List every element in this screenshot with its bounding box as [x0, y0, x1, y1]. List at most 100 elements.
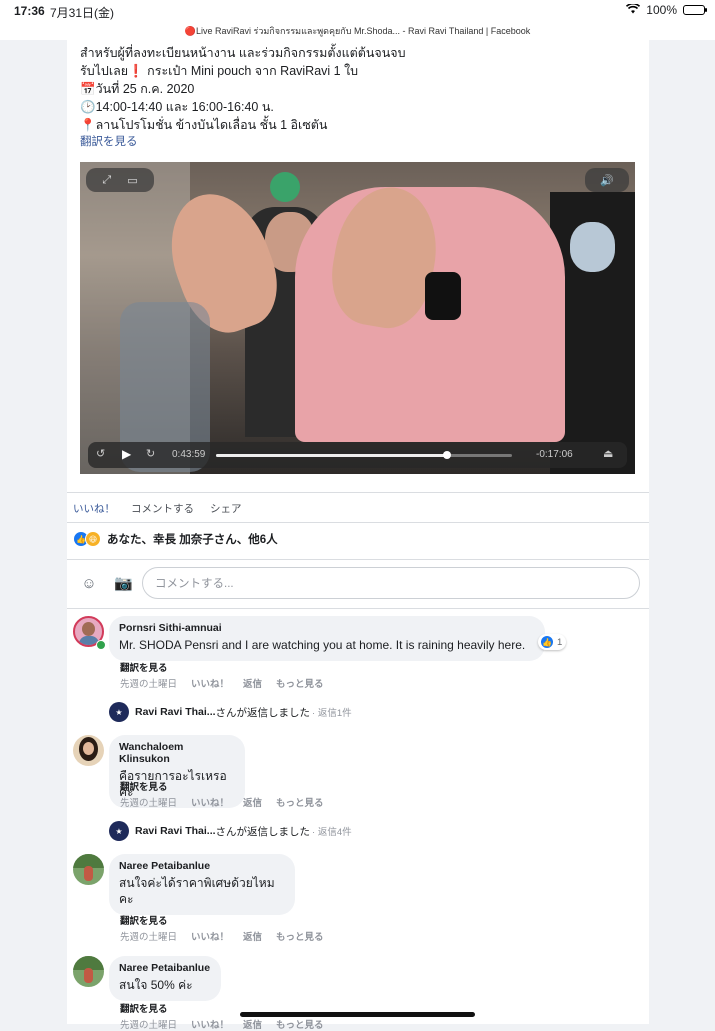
see-translation-link[interactable]: 翻訳を見る [120, 1001, 168, 1015]
comment-text: Mr. SHODA Pensri and I are watching you … [119, 638, 526, 652]
reply-suffix: さんが返信しました [215, 706, 311, 719]
comment-meta: 先週の土曜日 いいね！ 返信 もっと見る [120, 676, 324, 690]
video-seek-bar[interactable] [216, 451, 512, 459]
reply-count: · 返信4件 [312, 827, 352, 838]
play-icon[interactable]: ▶ [122, 447, 131, 461]
home-indicator[interactable] [240, 1012, 475, 1017]
comment-author[interactable]: Pornsri Sithi-amnuai [119, 622, 535, 634]
post-line: 📍ลานโปรโมชั่น ข้างบันไดเลื่อน ชั้น 1 อิเ… [80, 118, 328, 132]
share-button[interactable]: シェア [210, 501, 242, 516]
comment-reply-link[interactable]: 返信 [243, 676, 262, 690]
comment-button[interactable]: コメントする [131, 501, 194, 516]
wifi-icon [626, 2, 641, 17]
browser-tab-title[interactable]: 🔴Live RaviRavi ร่วมกิจกรรมและพูดคุยกับ M… [0, 24, 715, 38]
post-card: สำหรับผู้ที่ลงทะเบียนหน้างาน และร่วมกิจก… [67, 40, 649, 1031]
comment-input[interactable]: コメントする... [142, 567, 640, 599]
divider [67, 559, 649, 560]
avatar[interactable] [73, 735, 104, 766]
skip-forward-icon[interactable]: ↻ [146, 447, 155, 460]
post-line: รับไปเลย❗️ กระเป๋า Mini pouch จาก RaviRa… [80, 64, 359, 78]
comment-time[interactable]: 先週の土曜日 [120, 1017, 177, 1031]
online-indicator [96, 640, 106, 650]
comment-like-badge[interactable]: 👍 1 [538, 634, 567, 650]
video-elapsed: 0:43:59 [172, 449, 206, 460]
avatar[interactable] [73, 854, 104, 885]
comment-more-link[interactable]: もっと見る [276, 795, 324, 809]
fullscreen-icon[interactable]: ⤢ [102, 174, 111, 187]
video-remaining: -0:17:06 [536, 449, 573, 460]
divider [67, 608, 649, 609]
haha-reaction-icon: 😆 [85, 531, 101, 547]
comment-bubble[interactable]: Naree Petaibanlue สนใจค่ะได้ราคาพิเศษด้ว… [109, 854, 295, 915]
post-text: สำหรับผู้ที่ลงทะเบียนหน้างาน และร่วมกิจก… [80, 44, 406, 134]
comment-time[interactable]: 先週の土曜日 [120, 929, 177, 943]
see-translation-link[interactable]: 翻訳を見る [80, 133, 138, 149]
seek-knob[interactable] [442, 451, 451, 459]
page-avatar: ★ [109, 821, 129, 841]
comment-more-link[interactable]: もっと見る [276, 929, 324, 943]
page-avatar: ★ [109, 702, 129, 722]
reply-summary[interactable]: ★ Ravi Ravi Thai... さんが返信しました · 返信1件 [109, 702, 352, 722]
video-controls: ↺ ▶ ↻ 0:43:59 -0:17:06 ⏏ [88, 442, 627, 468]
comment-time[interactable]: 先週の土曜日 [120, 676, 177, 690]
comment-author[interactable]: Naree Petaibanlue [119, 860, 285, 872]
divider [67, 522, 649, 523]
comment-bubble[interactable]: Naree Petaibanlue สนใจ 50% ค่ะ [109, 956, 221, 1001]
comment-meta: 先週の土曜日 いいね！ 返信 もっと見る [120, 929, 324, 943]
skip-back-icon[interactable]: ↺ [96, 447, 105, 460]
comment-like-link[interactable]: いいね！ [191, 929, 229, 943]
see-translation-link[interactable]: 翻訳を見る [120, 913, 168, 927]
pip-icon[interactable]: ▭ [127, 174, 137, 187]
divider [67, 492, 649, 493]
airplay-icon[interactable]: ⏏ [603, 447, 613, 460]
comment-composer: ☺ 📷 コメントする... [67, 567, 649, 607]
volume-icon[interactable]: 🔊 [585, 168, 629, 192]
reply-suffix: さんが返信しました [215, 825, 311, 838]
avatar[interactable] [73, 956, 104, 987]
video-top-controls: ⤢ ▭ [86, 168, 154, 192]
battery-percent: 100% [646, 3, 677, 17]
comment-text: สนใจ 50% ค่ะ [119, 978, 193, 992]
like-button[interactable]: いいね！ [73, 501, 115, 516]
comment-like-link[interactable]: いいね！ [191, 676, 229, 690]
status-bar: 17:36 7月31日(金) 100% 🔴Live RaviRavi ร่วมก… [0, 0, 715, 40]
comment-like-link[interactable]: いいね！ [191, 1017, 229, 1031]
comment-time[interactable]: 先週の土曜日 [120, 795, 177, 809]
comment-reply-link[interactable]: 返信 [243, 795, 262, 809]
comment-text: สนใจค่ะได้ราคาพิเศษด้วยไหม [119, 876, 275, 890]
post-line: 🕑14:00-14:40 และ 16:00-16:40 น. [80, 100, 274, 114]
comment-like-count: 1 [557, 636, 563, 648]
reply-author: Ravi Ravi Thai... [135, 825, 216, 837]
comment-like-link[interactable]: いいね！ [191, 795, 229, 809]
status-right: 100% [626, 2, 707, 17]
see-translation-link[interactable]: 翻訳を見る [120, 779, 168, 793]
reply-summary[interactable]: ★ Ravi Ravi Thai... さんが返信しました · 返信4件 [109, 821, 352, 841]
video-progress [216, 451, 451, 459]
reply-count: · 返信1件 [312, 708, 352, 719]
post-line: สำหรับผู้ที่ลงทะเบียนหน้างาน และร่วมกิจก… [80, 46, 406, 60]
see-translation-link[interactable]: 翻訳を見る [120, 660, 168, 674]
comment-reply-link[interactable]: 返信 [243, 929, 262, 943]
video-frame [80, 162, 635, 474]
post-actions: いいね！ コメントする シェア [73, 501, 242, 516]
camera-icon[interactable]: 📷 [114, 575, 133, 593]
comment-more-link[interactable]: もっと見る [276, 676, 324, 690]
reactions-summary[interactable]: 👍 😆 あなた、幸長 加奈子さん、他6人 [73, 531, 278, 547]
video-player[interactable]: ⤢ ▭ 🔊 ↺ ▶ ↻ 0:43:59 -0:17:06 ⏏ [80, 162, 635, 474]
reply-author: Ravi Ravi Thai... [135, 706, 216, 718]
emoji-icon[interactable]: ☺ [80, 575, 98, 593]
comment-bubble[interactable]: Pornsri Sithi-amnuai Mr. SHODA Pensri an… [109, 616, 545, 661]
status-time: 17:36 [14, 4, 45, 18]
battery-icon [683, 5, 707, 15]
comment-meta: 先週の土曜日 いいね！ 返信 もっと見る [120, 1017, 324, 1031]
status-date: 7月31日(金) [50, 6, 115, 20]
comment-author[interactable]: Wanchaloem Klinsukon [119, 741, 235, 765]
comment-more-link[interactable]: もっと見る [276, 1017, 324, 1031]
comment-text: คะ [119, 892, 134, 906]
comment-meta: 先週の土曜日 いいね！ 返信 もっと見る [120, 795, 324, 809]
comment-author[interactable]: Naree Petaibanlue [119, 962, 211, 974]
like-reaction-icon: 👍 [540, 635, 554, 649]
reactions-text: あなた、幸長 加奈子さん、他6人 [107, 534, 278, 546]
comment-reply-link[interactable]: 返信 [243, 1017, 262, 1031]
post-line: 📅วันที่ 25 ก.ค. 2020 [80, 82, 195, 96]
